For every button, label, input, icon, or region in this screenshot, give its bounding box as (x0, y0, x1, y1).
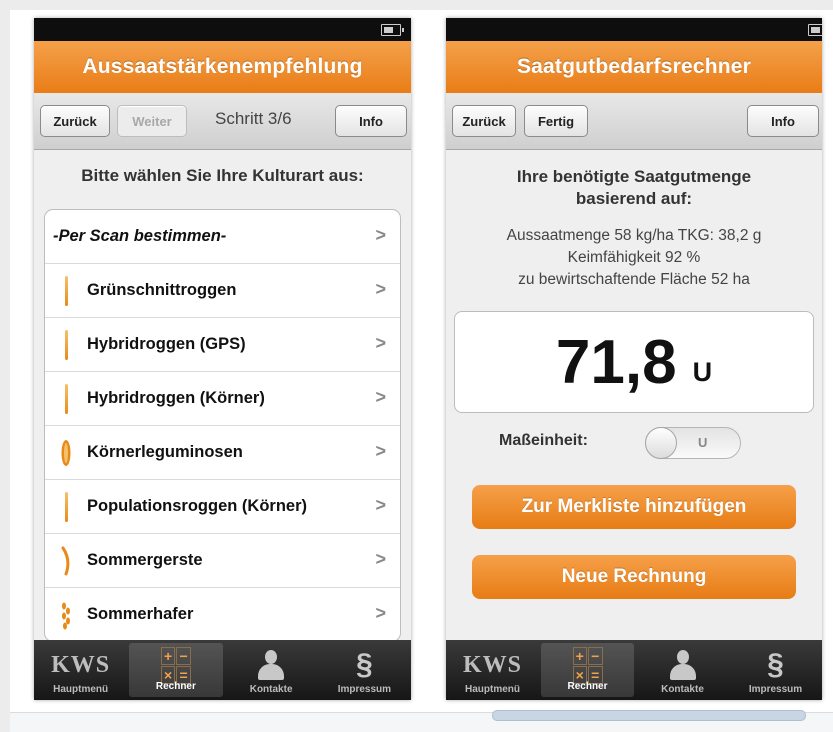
page-title: Saatgutbedarfsrechner (516, 55, 752, 78)
battery-icon (808, 24, 822, 36)
result-unit: U (692, 356, 713, 387)
person-icon (258, 650, 285, 680)
result-box: 71,8 U (454, 311, 814, 413)
kws-logo-icon: KWS (51, 651, 111, 678)
new-calculation-button[interactable]: Neue Rechnung (472, 555, 796, 599)
rye-icon (59, 328, 73, 362)
phone-screen-calculator: Saatgutbedarfsrechner Zurück Fertig Info… (446, 18, 822, 700)
list-item[interactable]: Sommergerste > (45, 534, 400, 588)
back-button[interactable]: Zurück (40, 105, 110, 137)
crop-list: -Per Scan bestimmen- > Grünschnittroggen… (44, 209, 401, 642)
tab-label: Hauptmenü (53, 684, 109, 695)
phone-screen-recommendation: Aussaatstärkenempfehlung Zurück Weiter S… (34, 18, 411, 700)
list-item-label: -Per Scan bestimmen- (53, 227, 227, 245)
tab-impressum[interactable]: § Impressum (729, 640, 822, 700)
info-button[interactable]: Info (747, 105, 819, 137)
toolbar: Zurück Fertig Info (446, 93, 822, 150)
add-to-list-button[interactable]: Zur Merkliste hinzufügen (472, 485, 796, 529)
list-item-label: Populationsroggen (Körner) (87, 497, 307, 515)
list-item-label: Hybridroggen (GPS) (87, 335, 246, 353)
horizontal-scrollbar[interactable] (492, 710, 806, 721)
legume-icon (59, 436, 73, 470)
tab-label: Kontakte (249, 684, 293, 695)
tab-label: Impressum (337, 684, 392, 695)
list-item[interactable]: Hybridroggen (Körner) > (45, 372, 400, 426)
content-area: Ihre benötigte Saatgutmenge basierend au… (446, 149, 822, 640)
person-icon (669, 650, 696, 680)
battery-icon (381, 24, 404, 36)
tab-rechner[interactable]: + − × = Rechner (541, 643, 634, 697)
toolbar: Zurück Weiter Schritt 3/6 Info (34, 93, 411, 150)
calculation-basis: Aussaatmenge 58 kg/ha TKG: 38,2 g Keimfä… (506, 227, 762, 288)
tab-kontakte[interactable]: Kontakte (225, 640, 318, 700)
oat-icon (59, 598, 73, 632)
list-item[interactable]: Grünschnittroggen > (45, 264, 400, 318)
list-item-label: Körnerleguminosen (87, 443, 243, 461)
chevron-right-icon: > (375, 441, 386, 461)
status-bar (446, 18, 822, 41)
unit-row: Maßeinheit: U (446, 424, 822, 460)
paragraph-icon: § (767, 648, 784, 681)
calculator-icon: + − × = (572, 647, 603, 684)
list-item-label: Sommergerste (87, 551, 203, 569)
list-item[interactable]: Populationsroggen (Körner) > (45, 480, 400, 534)
list-item-label: Sommerhafer (87, 605, 194, 623)
chevron-right-icon: > (375, 549, 386, 569)
rye-icon (59, 274, 73, 308)
tab-label: Impressum (748, 684, 803, 695)
tab-label: Rechner (155, 681, 196, 692)
tab-kontakte[interactable]: Kontakte (636, 640, 729, 700)
crop-prompt: Bitte wählen Sie Ihre Kulturart aus: (81, 166, 364, 185)
kws-logo-icon: KWS (462, 651, 522, 678)
tab-bar: KWS Hauptmenü + − × = Rechner Kontakte § Im… (446, 640, 822, 700)
nav-bar: Aussaatstärkenempfehlung (34, 41, 411, 93)
list-item[interactable]: Sommerhafer > (45, 588, 400, 641)
chevron-right-icon: > (375, 387, 386, 407)
next-button[interactable]: Weiter (117, 105, 187, 137)
unit-label: Maßeinheit: (499, 432, 588, 449)
chevron-right-icon: > (375, 225, 386, 245)
chevron-right-icon: > (375, 603, 386, 623)
chevron-right-icon: > (375, 279, 386, 299)
page-title: Aussaatstärkenempfehlung (82, 55, 363, 78)
tab-label: Rechner (567, 681, 608, 692)
list-item-label: Grünschnittroggen (87, 281, 237, 299)
tab-label: Kontakte (661, 684, 704, 695)
toggle-value: U (698, 435, 708, 450)
list-item-scan[interactable]: -Per Scan bestimmen- > (45, 210, 400, 264)
content-area: Bitte wählen Sie Ihre Kulturart aus: -Pe… (34, 149, 411, 642)
rye-icon (59, 490, 73, 524)
result-value: 71,8 (555, 327, 677, 397)
tab-hauptmenu[interactable]: KWS Hauptmenü (446, 640, 539, 700)
tab-rechner[interactable]: + − × = Rechner (129, 643, 223, 697)
list-item[interactable]: Hybridroggen (GPS) > (45, 318, 400, 372)
unit-toggle[interactable]: U (645, 427, 741, 459)
list-item-label: Hybridroggen (Körner) (87, 389, 265, 407)
list-item[interactable]: Körnerleguminosen > (45, 426, 400, 480)
chevron-right-icon: > (375, 333, 386, 353)
chevron-right-icon: > (375, 495, 386, 515)
paragraph-icon: § (356, 648, 373, 681)
calculator-icon: + − × = (160, 647, 191, 684)
step-indicator: Schritt 3/6 (215, 109, 292, 128)
info-button[interactable]: Info (335, 105, 407, 137)
status-bar (34, 18, 411, 41)
result-headline: Ihre benötigte Saatgutmenge basierend au… (516, 167, 752, 208)
tab-impressum[interactable]: § Impressum (318, 640, 411, 700)
back-button[interactable]: Zurück (452, 105, 516, 137)
nav-bar: Saatgutbedarfsrechner (446, 41, 822, 93)
tab-hauptmenu[interactable]: KWS Hauptmenü (34, 640, 127, 700)
done-button[interactable]: Fertig (524, 105, 588, 137)
toggle-knob (645, 427, 677, 459)
tab-bar: KWS Hauptmenü + − × = Rechner Kontakte § Im… (34, 640, 411, 700)
barley-icon (59, 544, 73, 578)
tab-label: Hauptmenü (465, 684, 520, 695)
rye-icon (59, 382, 73, 416)
